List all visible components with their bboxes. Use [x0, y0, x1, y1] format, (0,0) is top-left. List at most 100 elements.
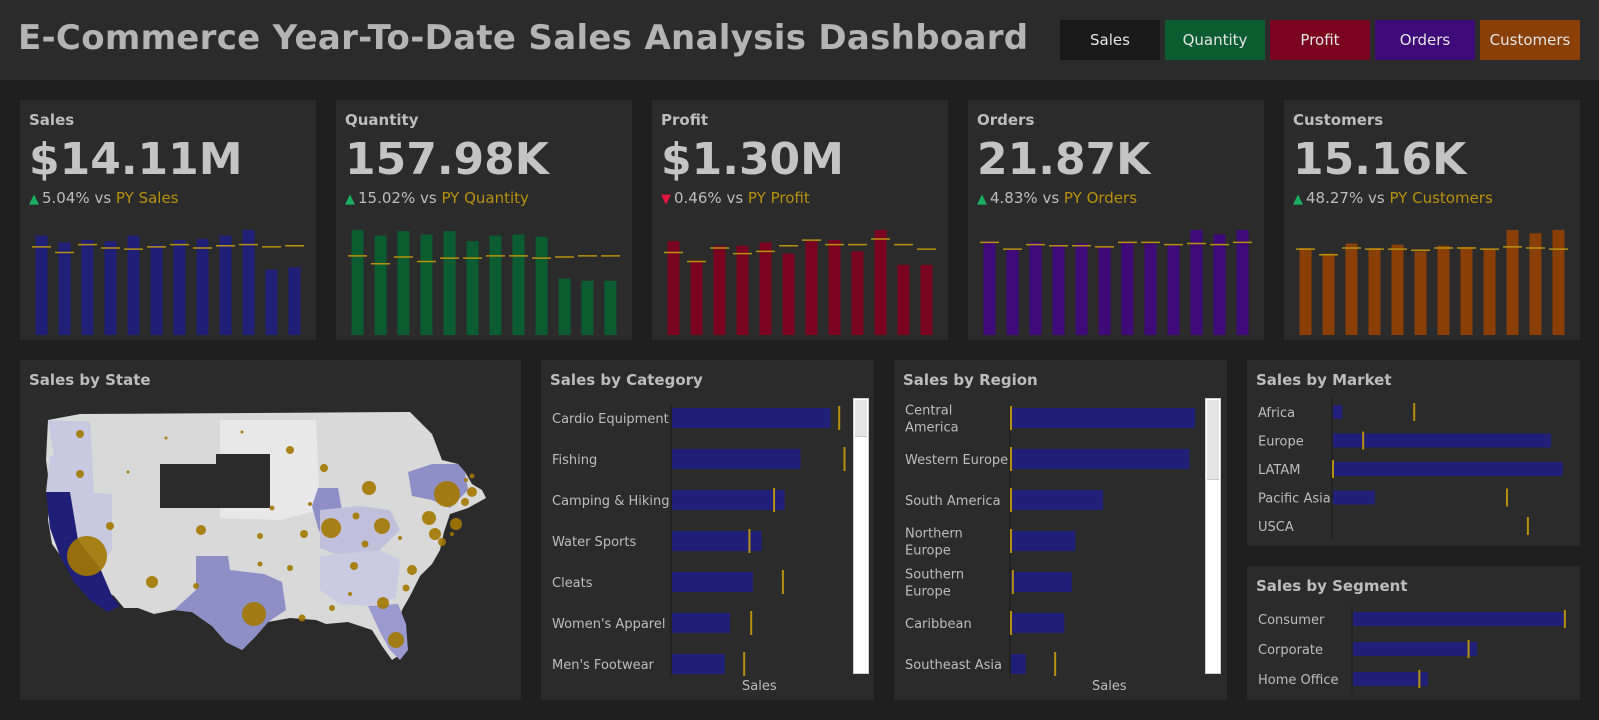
us-state-map[interactable] [20, 360, 521, 700]
kpi-bar[interactable] [1506, 229, 1519, 335]
bubble-sc[interactable] [402, 584, 410, 592]
tab-quantity[interactable]: Quantity [1165, 20, 1265, 60]
kpi-bar[interactable] [443, 231, 456, 335]
kpi-bar[interactable] [1121, 242, 1134, 335]
scroll-thumb[interactable] [1207, 400, 1219, 480]
bubble-texas[interactable] [242, 602, 266, 626]
bubble-california[interactable] [67, 536, 107, 576]
kpi-bar[interactable] [127, 235, 140, 335]
kpi-bar[interactable] [558, 278, 571, 336]
bubble-utah[interactable] [106, 522, 114, 530]
bubble-ky[interactable] [361, 540, 369, 548]
bubble-ne[interactable] [269, 505, 275, 511]
bubble-wv[interactable] [398, 536, 402, 540]
bar[interactable] [672, 613, 731, 633]
bar[interactable] [1011, 490, 1103, 510]
category-scrollbar[interactable] [853, 398, 869, 674]
tab-customers[interactable]: Customers [1480, 20, 1580, 60]
kpi-bar[interactable] [1006, 249, 1019, 335]
tab-sales[interactable]: Sales [1060, 20, 1160, 60]
bubble-de[interactable] [450, 532, 454, 536]
kpi-bar[interactable] [1098, 246, 1111, 335]
bubble-illinois[interactable] [321, 518, 341, 538]
bubble-ia[interactable] [308, 502, 312, 506]
kpi-bar[interactable] [690, 260, 703, 335]
kpi-bar[interactable] [805, 241, 818, 335]
kpi-bar[interactable] [1075, 243, 1088, 335]
bubble-new-york[interactable] [434, 481, 460, 507]
kpi-bar[interactable] [604, 280, 617, 335]
kpi-bar[interactable] [1167, 244, 1180, 335]
bubble-tn[interactable] [350, 562, 358, 570]
bubble-mt[interactable] [164, 436, 168, 440]
bar[interactable] [1333, 405, 1343, 419]
kpi-bar[interactable] [1437, 245, 1450, 335]
bar[interactable] [1011, 408, 1195, 428]
kpi-bar[interactable] [196, 238, 209, 335]
kpi-bar[interactable] [1052, 244, 1065, 335]
kpi-bar[interactable] [920, 264, 933, 335]
bar[interactable] [1011, 531, 1076, 551]
bubble-ohio[interactable] [374, 518, 390, 534]
bubble-mn[interactable] [286, 446, 294, 454]
kpi-bar[interactable] [242, 229, 255, 335]
kpi-bar[interactable] [1414, 251, 1427, 335]
bar[interactable] [1011, 654, 1026, 674]
kpi-bar[interactable] [851, 251, 864, 335]
bubble-nc[interactable] [407, 565, 417, 575]
bubble-mo[interactable] [300, 530, 308, 538]
bar[interactable] [1353, 642, 1478, 656]
bar[interactable] [1011, 613, 1065, 633]
kpi-bar[interactable] [58, 242, 71, 335]
bar[interactable] [1353, 672, 1428, 686]
bar[interactable] [672, 572, 753, 592]
kpi-bar[interactable] [420, 234, 433, 335]
kpi-bar[interactable] [1483, 249, 1496, 335]
bubble-ok[interactable] [257, 533, 263, 539]
bubble-id[interactable] [126, 470, 130, 474]
kpi-bar[interactable] [81, 240, 94, 335]
bubble-virginia[interactable] [429, 528, 441, 540]
bar[interactable] [1011, 449, 1190, 469]
kpi-bar[interactable] [1391, 244, 1404, 335]
bubble-new-jersey[interactable] [450, 518, 462, 530]
kpi-bar[interactable] [581, 280, 594, 335]
kpi-bar[interactable] [173, 240, 186, 335]
kpi-bar[interactable] [1213, 234, 1226, 335]
kpi-bar[interactable] [489, 235, 502, 335]
kpi-bar[interactable] [104, 241, 117, 335]
kpi-bar[interactable] [667, 241, 680, 335]
kpi-bar[interactable] [150, 244, 163, 335]
bubble-arizona[interactable] [146, 576, 158, 588]
bar[interactable] [1333, 433, 1552, 448]
kpi-bar[interactable] [374, 235, 387, 335]
kpi-bar[interactable] [219, 235, 232, 335]
bar[interactable] [1353, 612, 1565, 626]
bubble-ks[interactable] [257, 561, 263, 567]
kpi-bar[interactable] [1236, 229, 1249, 335]
kpi-bar[interactable] [713, 245, 726, 335]
region-scrollbar[interactable] [1205, 398, 1221, 674]
kpi-bar[interactable] [782, 253, 795, 335]
bubble-nm[interactable] [193, 583, 199, 589]
kpi-bar[interactable] [897, 264, 910, 335]
bubble-nh[interactable] [464, 478, 468, 482]
bubble-wi[interactable] [320, 464, 328, 472]
kpi-bar[interactable] [288, 267, 301, 335]
tab-profit[interactable]: Profit [1270, 20, 1370, 60]
bubble-md[interactable] [438, 538, 446, 546]
kpi-bar[interactable] [1144, 243, 1157, 335]
bubble-al[interactable] [348, 592, 352, 596]
kpi-bar[interactable] [351, 229, 364, 335]
bar[interactable] [672, 531, 762, 551]
bubble-ct[interactable] [461, 498, 469, 506]
kpi-bar[interactable] [265, 269, 278, 335]
kpi-bar[interactable] [874, 229, 887, 335]
bubble-washington[interactable] [76, 430, 84, 438]
kpi-bar[interactable] [466, 241, 479, 335]
bubble-nd[interactable] [240, 430, 244, 434]
bubble-ar[interactable] [287, 565, 293, 571]
kpi-bar[interactable] [983, 241, 996, 335]
bubble-michigan[interactable] [362, 481, 376, 495]
bar[interactable] [672, 449, 801, 469]
